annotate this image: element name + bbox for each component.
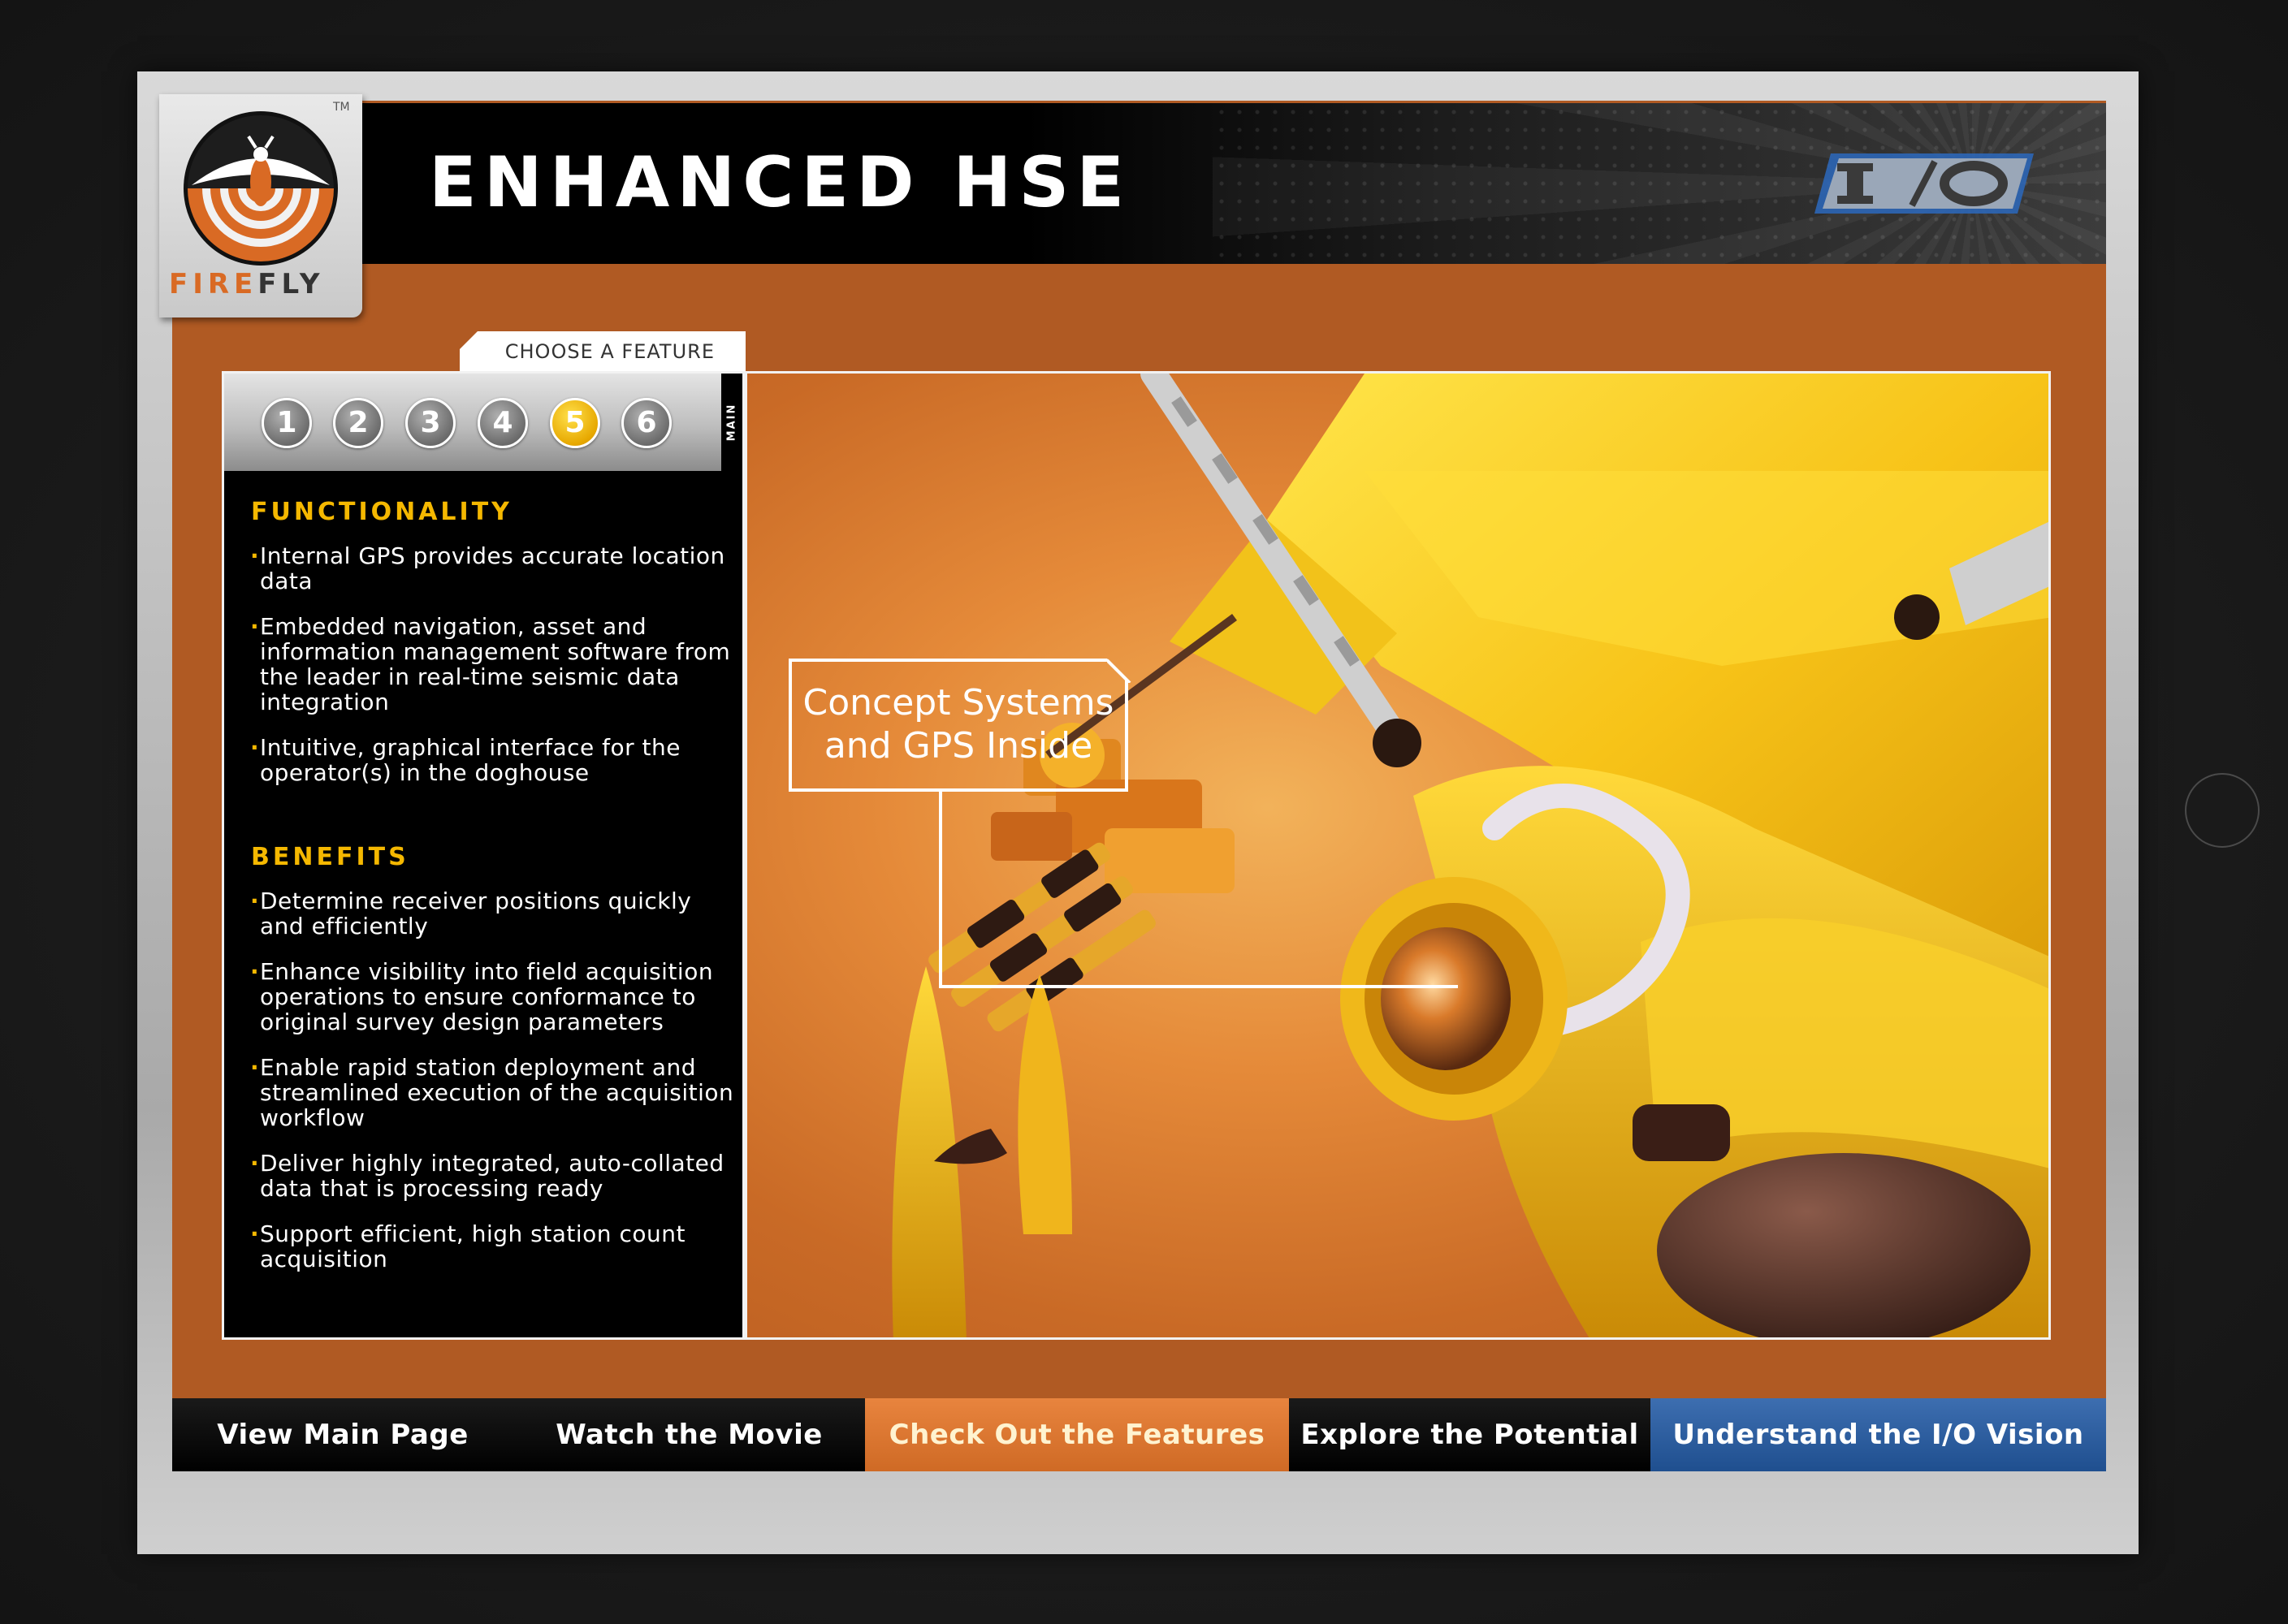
nav-understand-io-vision[interactable]: Understand the I/O Vision [1650,1398,2106,1471]
list-item: Intuitive, graphical interface for the o… [250,735,737,785]
list-item: Enhance visibility into field acquisitio… [250,959,737,1034]
nav-check-out-the-features[interactable]: Check Out the Features [865,1398,1289,1471]
nav-explore-the-potential[interactable]: Explore the Potential [1289,1398,1650,1471]
trademark-mark: TM [333,101,350,114]
feature-button-2[interactable]: 2 [333,398,383,448]
benefits-list: Determine receiver positions quickly and… [250,888,737,1292]
feature-button-3[interactable]: 3 [405,398,456,448]
page-title: ENHANCED HSE [429,142,1132,223]
callout-line-1: Concept Systems [802,682,1114,723]
nav-watch-the-movie[interactable]: Watch the Movie [513,1398,865,1471]
callout-line-2: and GPS Inside [824,725,1093,767]
list-item: Embedded navigation, asset and informati… [250,614,737,715]
firefly-wordmark: FIREFLY [169,268,325,300]
feature-button-1[interactable]: 1 [262,398,312,448]
nav-view-main-page[interactable]: View Main Page [172,1398,513,1471]
main-tab[interactable]: MAIN [721,374,742,471]
benefits-heading: BENEFITS [251,843,409,871]
list-item: Support efficient, high station count ac… [250,1221,737,1272]
feature-callout: Concept Systems and GPS Inside [789,659,1128,792]
callout-corner [1107,659,1131,683]
side-circle-button[interactable] [2185,773,2260,848]
list-item: Determine receiver positions quickly and… [250,888,737,939]
callout-leader-line [939,792,1458,988]
choose-feature-tab: CHOOSE A FEATURE [460,331,746,372]
feature-button-4[interactable]: 4 [478,398,528,448]
firefly-logo-icon [184,111,338,266]
io-logo-icon [1814,153,2034,214]
functionality-list: Internal GPS provides accurate location … [250,543,737,806]
list-item: Enable rapid station deployment and stre… [250,1055,737,1130]
functionality-heading: FUNCTIONALITY [251,498,513,526]
list-item: Deliver highly integrated, auto-collated… [250,1151,737,1201]
bottom-navigation: View Main Page Watch the Movie Check Out… [172,1398,2106,1471]
list-item: Internal GPS provides accurate location … [250,543,737,594]
feature-button-5[interactable]: 5 [550,398,600,448]
feature-button-6[interactable]: 6 [621,398,672,448]
